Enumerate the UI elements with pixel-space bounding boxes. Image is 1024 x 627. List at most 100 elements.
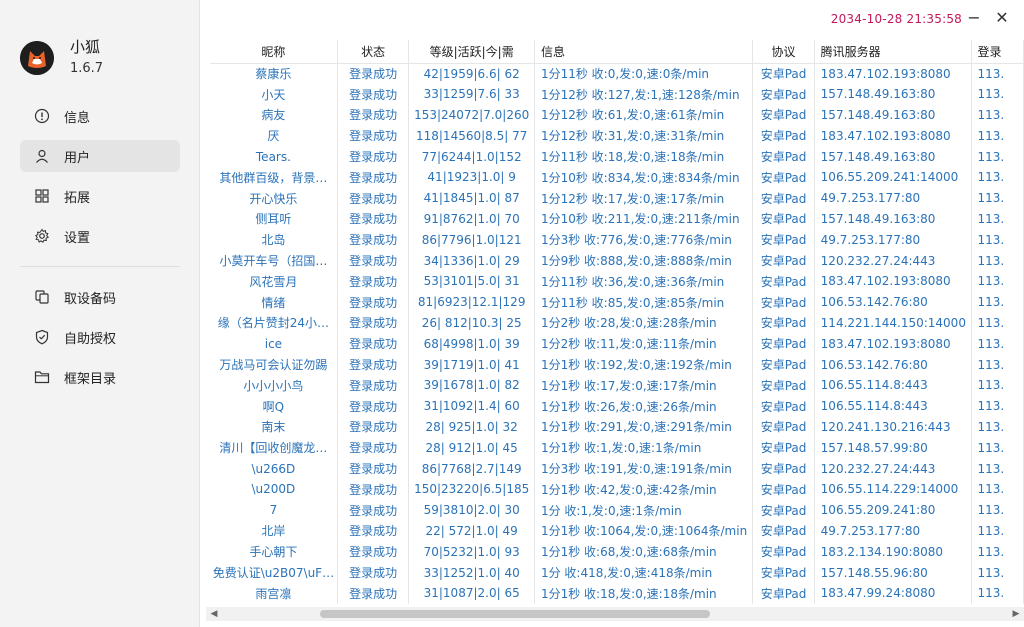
cell-status: 登录成功 — [337, 437, 410, 459]
cell-status: 登录成功 — [337, 499, 410, 521]
cell-nickname: 7 — [210, 499, 338, 521]
table-row[interactable]: 小莫开车号（招国… 登录成功 34|1336|1.0| 29 1分9秒 收:888,发… — [210, 250, 1024, 271]
column-header-status[interactable]: 状态 — [337, 40, 410, 64]
table-row[interactable]: 啊Q 登录成功 31|1092|1.4| 60 1分1秒 收:26,发:0,速:26条… — [210, 395, 1024, 417]
copy-icon — [34, 289, 50, 305]
sidebar-item-extend[interactable]: 拓展 — [20, 180, 180, 212]
sidebar-item-device-code[interactable]: 取设备码 — [20, 281, 180, 313]
table-row[interactable]: \u200D 登录成功 150|23220|6.5|185 1分1秒 收:42,发:0… — [210, 478, 1024, 500]
title-bar: 2034-10-28 21:35:58 − ✕ — [200, 0, 1024, 38]
cell-protocol: 安卓Pad — [752, 333, 815, 355]
cell-level: 70|5232|1.0| 93 — [408, 541, 535, 563]
scroll-right-arrow-icon[interactable]: ▶ — [1010, 608, 1022, 620]
sidebar-divider — [20, 266, 180, 267]
cell-status: 登录成功 — [337, 354, 410, 375]
column-header-protocol[interactable]: 协议 — [752, 40, 815, 64]
table-row[interactable]: 情绪 登录成功 81|6923|12.1|129 1分11秒 收:85,发:0,速:8… — [210, 291, 1024, 313]
cell-status: 登录成功 — [337, 374, 410, 396]
cell-level: 28| 925|1.0| 32 — [408, 416, 535, 438]
cell-nickname: 南末 — [210, 416, 338, 438]
cell-server: 49.7.253.177:80 — [814, 520, 972, 542]
cell-protocol: 安卓Pad — [752, 582, 815, 604]
sidebar-item-self-auth[interactable]: 自助授权 — [20, 321, 180, 353]
table-row[interactable]: 小小小小鸟 登录成功 39|1678|1.0| 82 1分1秒 收:17,发:0,速:… — [210, 374, 1024, 396]
scrollbar-thumb[interactable] — [320, 610, 710, 618]
cell-server: 183.47.99.24:8080 — [814, 582, 972, 604]
user-icon — [34, 148, 50, 164]
table-row[interactable]: 7 登录成功 59|3810|2.0| 30 1分 收:1,发:0,速:1条/min 安… — [210, 499, 1024, 521]
cell-protocol: 安卓Pad — [752, 312, 815, 334]
cell-nickname: 清川【回收创魔龙… — [210, 437, 338, 459]
cell-nickname: ice — [210, 333, 338, 355]
cell-server: 120.232.27.24:443 — [814, 458, 972, 479]
cell-login: 113. — [971, 416, 1024, 438]
cell-info: 1分1秒 收:26,发:0,速:26条/min — [534, 395, 754, 417]
table-row[interactable]: 其他群百级，背景… 登录成功 41|1923|1.0| 9 1分10秒 收:834,发… — [210, 166, 1024, 188]
cell-status: 登录成功 — [337, 458, 410, 479]
cell-nickname: 缘（名片赞封24小… — [210, 312, 338, 334]
table-row[interactable]: 蔡康乐 登录成功 42|1959|6.6| 62 1分11秒 收:0,发:0,速:0条… — [210, 63, 1024, 84]
table-row[interactable]: 缘（名片赞封24小… 登录成功 26| 812|10.3| 25 1分2秒 收:28,… — [210, 312, 1024, 334]
scroll-left-arrow-icon[interactable]: ◀ — [208, 608, 220, 620]
cell-nickname: \u200D — [210, 478, 338, 500]
cell-login: 113. — [971, 541, 1024, 563]
cell-info: 1分3秒 收:191,发:0,速:191条/min — [534, 458, 754, 479]
minimize-button[interactable]: − — [964, 8, 984, 28]
column-header-level[interactable]: 等级|活跃|今|需 — [408, 40, 535, 64]
brand: 小狐 1.6.7 — [20, 38, 103, 78]
table-row[interactable]: 南末 登录成功 28| 925|1.0| 32 1分1秒 收:291,发:0,速:29… — [210, 416, 1024, 438]
cell-level: 28| 912|1.0| 45 — [408, 437, 535, 459]
cell-login: 113. — [971, 208, 1024, 230]
cell-protocol: 安卓Pad — [752, 291, 815, 313]
shield-icon — [34, 329, 50, 345]
cell-protocol: 安卓Pad — [752, 416, 815, 438]
cell-server: 106.53.142.76:80 — [814, 291, 972, 313]
table-row[interactable]: 小天 登录成功 33|1259|7.6| 33 1分12秒 收:127,发:1,速:1… — [210, 83, 1024, 105]
cell-status: 登录成功 — [337, 541, 410, 563]
table-row[interactable]: 手心朝下 登录成功 70|5232|1.0| 93 1分1秒 收:68,发:0,速:6… — [210, 541, 1024, 563]
cell-info: 1分2秒 收:11,发:0,速:11条/min — [534, 333, 754, 355]
table-row[interactable]: 北岸 登录成功 22| 572|1.0| 49 1分1秒 收:1064,发:0,速:1… — [210, 520, 1024, 542]
cell-nickname: 北岛 — [210, 229, 338, 251]
table-row[interactable]: 病友 登录成功 153|24072|7.0|260 1分12秒 收:61,发:0,速:… — [210, 104, 1024, 126]
column-header-server[interactable]: 腾讯服务器 — [814, 40, 972, 64]
table-row[interactable]: 免费认证\u2B07\uF… 登录成功 33|1252|1.0| 40 1分 收:41… — [210, 562, 1024, 583]
cell-info: 1分 收:418,发:0,速:418条/min — [534, 562, 754, 583]
cell-level: 26| 812|10.3| 25 — [408, 312, 535, 334]
close-button[interactable]: ✕ — [992, 8, 1012, 28]
horizontal-scrollbar[interactable]: ◀ ▶ — [206, 607, 1024, 621]
table-row[interactable]: 清川【回收创魔龙… 登录成功 28| 912|1.0| 45 1分1秒 收:1,发:0… — [210, 437, 1024, 459]
table-row[interactable]: 万战马可会认证勿踢 登录成功 39|1719|1.0| 41 1分1秒 收:192,发… — [210, 354, 1024, 375]
cell-level: 39|1678|1.0| 82 — [408, 374, 535, 396]
table-row[interactable]: 风花雪月 登录成功 53|3101|5.0| 31 1分11秒 收:36,发:0,速:… — [210, 270, 1024, 292]
table-row[interactable]: 侧耳听 登录成功 91|8762|1.0| 70 1分10秒 收:211,发:0,速:… — [210, 208, 1024, 230]
cell-level: 86|7796|1.0|121 — [408, 229, 535, 251]
table-row[interactable]: 雨宫凛 登录成功 31|1087|2.0| 65 1分1秒 收:18,发:0,速:18… — [210, 582, 1024, 604]
table-row[interactable]: ice 登录成功 68|4998|1.0| 39 1分2秒 收:11,发:0,速:11… — [210, 333, 1024, 355]
column-header-nickname[interactable]: 昵称 — [210, 40, 338, 64]
cell-nickname: 啊Q — [210, 395, 338, 417]
cell-server: 157.148.49.163:80 — [814, 104, 972, 126]
sidebar-item-label: 设置 — [64, 230, 91, 246]
table-row[interactable]: Tears. 登录成功 77|6244|1.0|152 1分11秒 收:18,发:0,… — [210, 146, 1024, 167]
cell-protocol: 安卓Pad — [752, 374, 815, 396]
cell-level: 22| 572|1.0| 49 — [408, 520, 535, 542]
sidebar-item-info[interactable]: 信息 — [20, 100, 180, 132]
sidebar-item-frame-dir[interactable]: 框架目录 — [20, 361, 180, 393]
column-header-info[interactable]: 信息 — [534, 40, 754, 64]
table-row[interactable]: 开心快乐 登录成功 41|1845|1.0| 87 1分12秒 收:17,发:0,速:… — [210, 187, 1024, 209]
sidebar-item-label: 信息 — [64, 110, 91, 126]
table-row[interactable]: \u266D 登录成功 86|7768|2.7|149 1分3秒 收:191,发:0,… — [210, 458, 1024, 479]
cell-level: 42|1959|6.6| 62 — [408, 63, 535, 84]
cell-login: 113. — [971, 562, 1024, 583]
column-header-login[interactable]: 登录 — [971, 40, 1024, 64]
sidebar-item-settings[interactable]: 设置 — [20, 220, 180, 252]
cell-nickname: 开心快乐 — [210, 187, 338, 209]
cell-login: 113. — [971, 499, 1024, 521]
table-row[interactable]: 北岛 登录成功 86|7796|1.0|121 1分3秒 收:776,发:0,速:77… — [210, 229, 1024, 251]
cell-level: 68|4998|1.0| 39 — [408, 333, 535, 355]
table-row[interactable]: 厌登录成功 118|14560|8.5| 77 1分12秒 收:31,发:0,速:3… — [210, 125, 1024, 147]
cell-login: 113. — [971, 374, 1024, 396]
sidebar-item-user[interactable]: 用户 — [20, 140, 180, 172]
cell-login: 113. — [971, 104, 1024, 126]
